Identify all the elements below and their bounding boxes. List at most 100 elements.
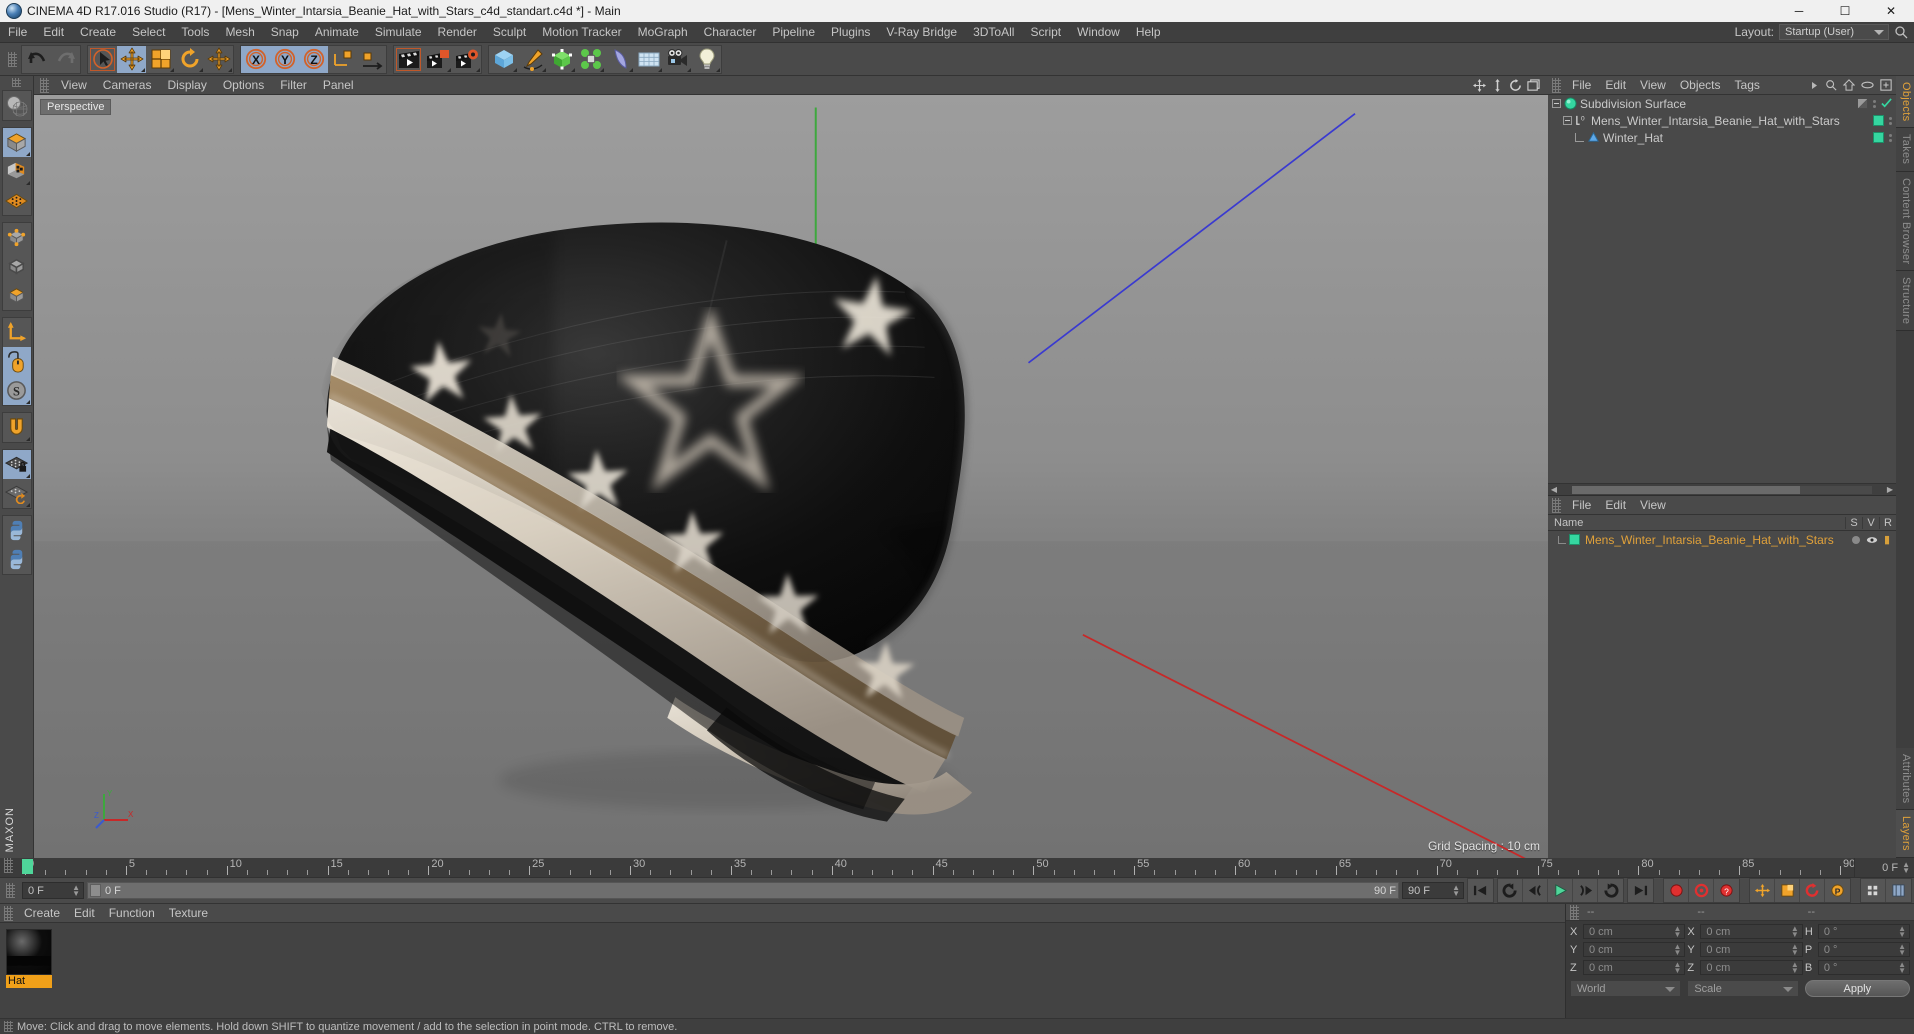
menu-render[interactable]: Render [430, 22, 485, 43]
layer-manager-menu-edit[interactable]: Edit [1598, 496, 1633, 515]
go-to-end-button[interactable] [1628, 879, 1653, 902]
polygons-mode-button[interactable] [3, 281, 31, 310]
tab-content-browser[interactable]: Content Browser [1896, 171, 1914, 272]
menu-window[interactable]: Window [1069, 22, 1128, 43]
next-key-button[interactable] [1573, 879, 1598, 902]
pla-key-button[interactable] [1861, 879, 1886, 902]
menu-motion-tracker[interactable]: Motion Tracker [534, 22, 629, 43]
max-frame-field[interactable]: 90 F ▲ ▼ [1402, 882, 1464, 899]
add-camera-button[interactable] [663, 46, 692, 73]
layer-manager-drag-handle[interactable] [1552, 497, 1561, 513]
menu-pipeline[interactable]: Pipeline [764, 22, 823, 43]
tab-layers[interactable]: Layers [1896, 810, 1914, 858]
scrollbar-track[interactable] [1572, 485, 1872, 494]
magnet-tool-button[interactable] [3, 413, 31, 442]
toolbar-drag-handle[interactable] [8, 51, 17, 67]
object-manager-hscrollbar[interactable]: ◀ ▶ [1548, 483, 1896, 495]
material-preview-thumbnail[interactable] [6, 929, 52, 975]
solo-toggle[interactable] [1851, 535, 1860, 544]
object-row-beanie-hat-group[interactable]: 0 Mens_Winter_Intarsia_Beanie_Hat_with_S… [1548, 112, 1896, 129]
viewport-menu-view[interactable]: View [53, 76, 95, 95]
field-size-x[interactable]: 0 cm ▲ ▼ [1700, 924, 1803, 939]
menu-tools[interactable]: Tools [173, 22, 217, 43]
size-mode-dropdown[interactable]: Scale [1687, 980, 1799, 997]
menu-sculpt[interactable]: Sculpt [485, 22, 534, 43]
param-key-button[interactable]: P [1825, 879, 1850, 902]
timeline-drag-handle[interactable] [4, 858, 13, 873]
viewport-menu-filter[interactable]: Filter [272, 76, 315, 95]
enable-snap-button[interactable]: S [2, 376, 31, 405]
field-rotation-p[interactable]: 0 ° ▲ ▼ [1817, 942, 1910, 957]
go-to-start-button[interactable] [1468, 879, 1493, 902]
timeline-options-button[interactable] [1886, 879, 1911, 902]
spinner-icon[interactable]: ▲ ▼ [1791, 925, 1799, 939]
viewport-drag-handle[interactable] [40, 77, 49, 93]
object-manager-menu-file[interactable]: File [1565, 76, 1598, 95]
menu-snap[interactable]: Snap [263, 22, 307, 43]
scroll-left-icon[interactable]: ◀ [1548, 485, 1560, 494]
scale-tool-button[interactable] [146, 46, 175, 73]
play-backwards-button[interactable] [1498, 879, 1523, 902]
scale-key-button[interactable] [1775, 879, 1800, 902]
material-menu-texture[interactable]: Texture [162, 904, 215, 923]
live-selection-button[interactable] [88, 46, 117, 73]
tab-structure[interactable]: Structure [1896, 271, 1914, 332]
timeline-ruler-track[interactable]: 051015202530354045505560657075808590 [17, 858, 1854, 877]
object-manager-menu-view[interactable]: View [1633, 76, 1673, 95]
material-item-hat[interactable]: Hat [6, 929, 52, 988]
expander-icon[interactable] [1552, 99, 1561, 108]
add-spline-button[interactable] [518, 46, 547, 73]
axis-move-button[interactable] [204, 46, 233, 73]
field-position-y[interactable]: 0 cm ▲ ▼ [1583, 942, 1686, 957]
viewport-menu-panel[interactable]: Panel [315, 76, 362, 95]
menu-create[interactable]: Create [72, 22, 124, 43]
edges-mode-button[interactable] [3, 252, 31, 281]
render-region-button[interactable] [423, 46, 452, 73]
spinner-icon[interactable]: ▲ ▼ [1902, 860, 1910, 874]
spinner-icon[interactable]: ▲ ▼ [1674, 961, 1682, 975]
field-rotation-b[interactable]: 0 ° ▲ ▼ [1817, 960, 1910, 975]
add-environment-button[interactable] [634, 46, 663, 73]
add-deformer-button[interactable] [605, 46, 634, 73]
layer-manager-menu-view[interactable]: View [1633, 496, 1673, 515]
overflow-arrow-icon[interactable] [1810, 80, 1819, 91]
material-list[interactable]: Hat [0, 923, 1565, 1018]
timeline-playhead[interactable] [22, 859, 33, 874]
menu-plugins[interactable]: Plugins [823, 22, 878, 43]
python-script-button[interactable] [3, 516, 31, 545]
world-object-axis-button[interactable] [328, 46, 357, 73]
make-editable-button[interactable] [3, 91, 31, 120]
viewport-solo-button[interactable] [2, 347, 31, 376]
ellipse-icon[interactable] [1861, 80, 1874, 90]
layer-row[interactable]: Mens_Winter_Intarsia_Beanie_Hat_with_Sta… [1548, 531, 1896, 548]
z-axis-lock-button[interactable]: Z [299, 45, 328, 73]
spinner-icon[interactable]: ▲ ▼ [1898, 961, 1906, 975]
display-tag-icon[interactable] [1857, 98, 1868, 109]
expand-panel-icon[interactable] [1880, 79, 1892, 91]
coordinates-drag-handle[interactable] [1570, 904, 1579, 920]
python-generator-button[interactable] [3, 545, 31, 574]
object-row-winter-hat[interactable]: Winter_Hat [1548, 129, 1896, 146]
material-menu-edit[interactable]: Edit [67, 904, 102, 923]
spinner-icon[interactable]: ▲ ▼ [72, 884, 80, 898]
menu-animate[interactable]: Animate [307, 22, 367, 43]
close-button[interactable]: ✕ [1868, 0, 1914, 22]
expander-icon[interactable] [1563, 116, 1572, 125]
field-size-z[interactable]: 0 cm ▲ ▼ [1700, 960, 1803, 975]
spinner-icon[interactable]: ▲ ▼ [1452, 884, 1460, 898]
position-key-button[interactable] [1750, 879, 1775, 902]
search-icon[interactable] [1825, 79, 1837, 91]
menu-script[interactable]: Script [1022, 22, 1069, 43]
layout-dropdown[interactable]: Startup (User) [1779, 24, 1889, 40]
layer-color-swatch[interactable] [1569, 534, 1580, 545]
field-rotation-h[interactable]: 0 ° ▲ ▼ [1817, 924, 1910, 939]
material-menu-function[interactable]: Function [102, 904, 162, 923]
home-icon[interactable] [1843, 79, 1855, 91]
menu-help[interactable]: Help [1128, 22, 1169, 43]
autokeying-button[interactable] [1689, 879, 1714, 902]
minimize-button[interactable]: ─ [1776, 0, 1822, 22]
menu-3dtoall[interactable]: 3DToAll [965, 22, 1022, 43]
undo-button[interactable] [22, 46, 51, 73]
object-manager-menu-tags[interactable]: Tags [1728, 76, 1767, 95]
points-mode-button[interactable] [3, 223, 31, 252]
